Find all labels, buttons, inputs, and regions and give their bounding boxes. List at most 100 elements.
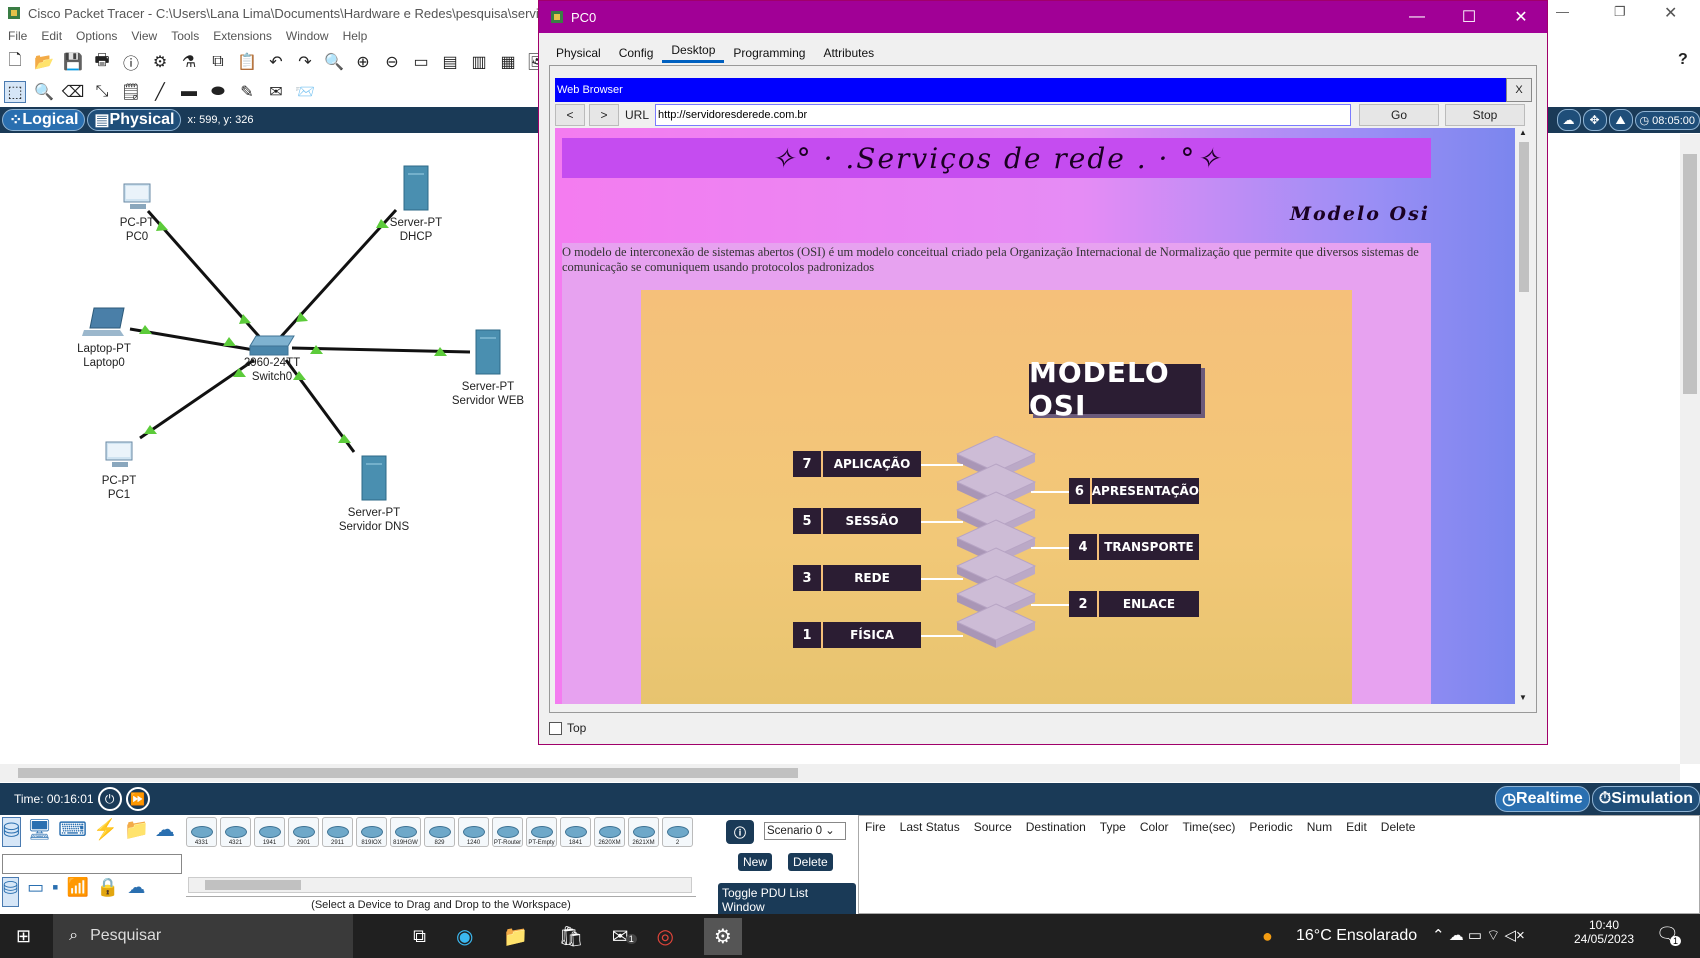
routers-icon[interactable]: ⛁ [2,877,20,907]
device-pc1[interactable]: PC-PT PC1 [94,440,144,502]
dialog-icon[interactable]: ▦ [497,51,519,73]
pdu-column-header-2[interactable]: Source [974,820,1012,909]
tab-physical[interactable]: Physical [547,43,610,63]
device-model-2[interactable]: 1941 [254,817,285,847]
info-icon[interactable]: ⓘ [120,51,142,73]
edge-icon[interactable]: ◉ [456,924,473,949]
info-icon[interactable]: ⓘ [726,820,754,844]
workspace-horizontal-scrollbar[interactable] [0,764,1680,782]
packet-tracer-taskbar-icon[interactable]: ⚙ [703,917,742,955]
menu-edit[interactable]: Edit [41,29,62,43]
pdu-column-header-4[interactable]: Type [1100,820,1126,909]
open-folder-icon[interactable]: 📂 [33,51,55,73]
pdu-column-header-0[interactable]: Fire [865,820,886,909]
new-scenario-button[interactable]: New [738,853,773,871]
device-model-12[interactable]: 2620XM [594,817,625,847]
hubs-icon[interactable]: ▪ [52,877,58,907]
device-model-3[interactable]: 2901 [288,817,319,847]
go-button[interactable]: Go [1359,104,1440,126]
move-icon[interactable]: ✥ [1582,109,1607,131]
device-model-1[interactable]: 4321 [220,817,251,847]
rectangle-icon[interactable]: ▬ [178,81,200,103]
chrome-icon[interactable]: ◎ [656,924,673,949]
device-model-13[interactable]: 2621XM [628,817,659,847]
forward-button[interactable]: > [589,104,619,126]
custom-devices-icon[interactable]: ▤ [439,51,461,73]
multiuser-icon[interactable]: ☁ [155,817,175,847]
pdu-column-header-1[interactable]: Last Status [900,820,960,909]
fast-forward-icon[interactable]: ⏩ [125,787,150,811]
pdu-column-header-7[interactable]: Periodic [1249,820,1292,909]
scroll-thumb[interactable] [18,768,798,778]
top-checkbox[interactable]: Top [549,721,586,735]
note-icon[interactable]: 🗒 [120,81,142,103]
end-devices-icon[interactable]: 🖥 [27,817,52,847]
realtime-button[interactable]: ◷ Realtime [1495,786,1590,812]
pdu-column-header-3[interactable]: Destination [1026,820,1086,909]
device-model-7[interactable]: 829 [424,817,455,847]
misc-icon[interactable]: 📁 [124,817,149,847]
paste-icon[interactable]: 📋 [236,51,258,73]
device-model-6[interactable]: 819HGW [390,817,421,847]
power-cycle-icon[interactable]: ⏻ [97,787,122,811]
minimize-icon[interactable]: — [1391,1,1443,33]
zoom-in-icon[interactable]: 🔍 [323,51,345,73]
scroll-up-icon[interactable]: ▲ [1519,128,1527,137]
print-icon[interactable]: 🖶 [91,51,113,73]
maximize-icon[interactable]: ☐ [1443,1,1495,33]
file-explorer-icon[interactable]: 📁 [503,924,528,949]
device-model-4[interactable]: 2911 [322,817,353,847]
redo-icon[interactable]: ↷ [294,51,316,73]
network-wizard-icon[interactable]: ⚙ [149,51,171,73]
line-icon[interactable]: ╱ [149,81,171,103]
device-model-10[interactable]: PT-Empty [526,817,557,847]
scroll-down-icon[interactable]: ▼ [1519,693,1527,702]
physical-view-button[interactable]: ▤ Physical [87,109,182,131]
pdu-column-header-5[interactable]: Color [1140,820,1169,909]
delete-scenario-button[interactable]: Delete [788,853,833,871]
taskbar-search[interactable]: ⌕ Pesquisar [53,914,354,958]
simple-pdu-icon[interactable]: ✉ [265,81,287,103]
device-model-11[interactable]: 1841 [560,817,591,847]
tray-icons[interactable]: ⌃ ☁ ▭ ⌔ ◁× [1432,926,1525,945]
url-input[interactable] [655,104,1352,126]
freeform-icon[interactable]: ✎ [236,81,258,103]
device-model-0[interactable]: 4331 [186,817,217,847]
zoom-out-icon[interactable]: ⊖ [381,51,403,73]
save-icon[interactable]: 💾 [62,51,84,73]
menu-extensions[interactable]: Extensions [213,29,272,43]
zoom-reset-icon[interactable]: ⊕ [352,51,374,73]
wan-emulation-icon[interactable]: ☁ [127,877,145,907]
ellipse-icon[interactable]: ⬬ [207,81,229,103]
pdu-column-header-6[interactable]: Time(sec) [1183,820,1236,909]
device-category-field[interactable] [2,854,182,874]
menu-view[interactable]: View [131,29,157,43]
menu-options[interactable]: Options [76,29,117,43]
cloud-icon[interactable]: ☁ [1556,109,1581,131]
tab-programming[interactable]: Programming [724,43,814,63]
help-icon[interactable]: ? [1678,51,1688,69]
mail-icon[interactable]: ✉ 1 [612,924,637,949]
main-close-button[interactable]: ✕ [1664,3,1677,23]
menu-window[interactable]: Window [286,29,329,43]
delete-icon[interactable]: ⌫ [62,81,85,103]
main-minimize-button[interactable]: — [1556,4,1569,19]
workspace-vertical-scrollbar[interactable] [1680,134,1700,764]
new-file-icon[interactable]: 🗋 [4,51,26,73]
logical-view-button[interactable]: ⁘ Logical [2,109,86,131]
components-icon[interactable]: ⌨ [58,817,87,847]
device-model-14[interactable]: 2 [662,817,693,847]
pdu-column-header-10[interactable]: Delete [1381,820,1416,909]
close-icon[interactable]: ✕ [1495,1,1547,33]
activity-wizard-icon[interactable]: ⚗ [178,51,200,73]
stop-button[interactable]: Stop [1445,104,1526,126]
tab-desktop[interactable]: Desktop [662,40,725,63]
device-model-8[interactable]: 1240 [458,817,489,847]
back-button[interactable]: < [555,104,585,126]
webpage-scrollbar[interactable]: ▲ ▼ [1516,128,1532,704]
menu-help[interactable]: Help [343,29,368,43]
device-web-server[interactable]: Server-PT Servidor WEB [448,328,528,408]
pdu-column-header-8[interactable]: Num [1307,820,1332,909]
complex-pdu-icon[interactable]: 📨 [294,81,316,103]
notes-icon[interactable]: ▥ [468,51,490,73]
